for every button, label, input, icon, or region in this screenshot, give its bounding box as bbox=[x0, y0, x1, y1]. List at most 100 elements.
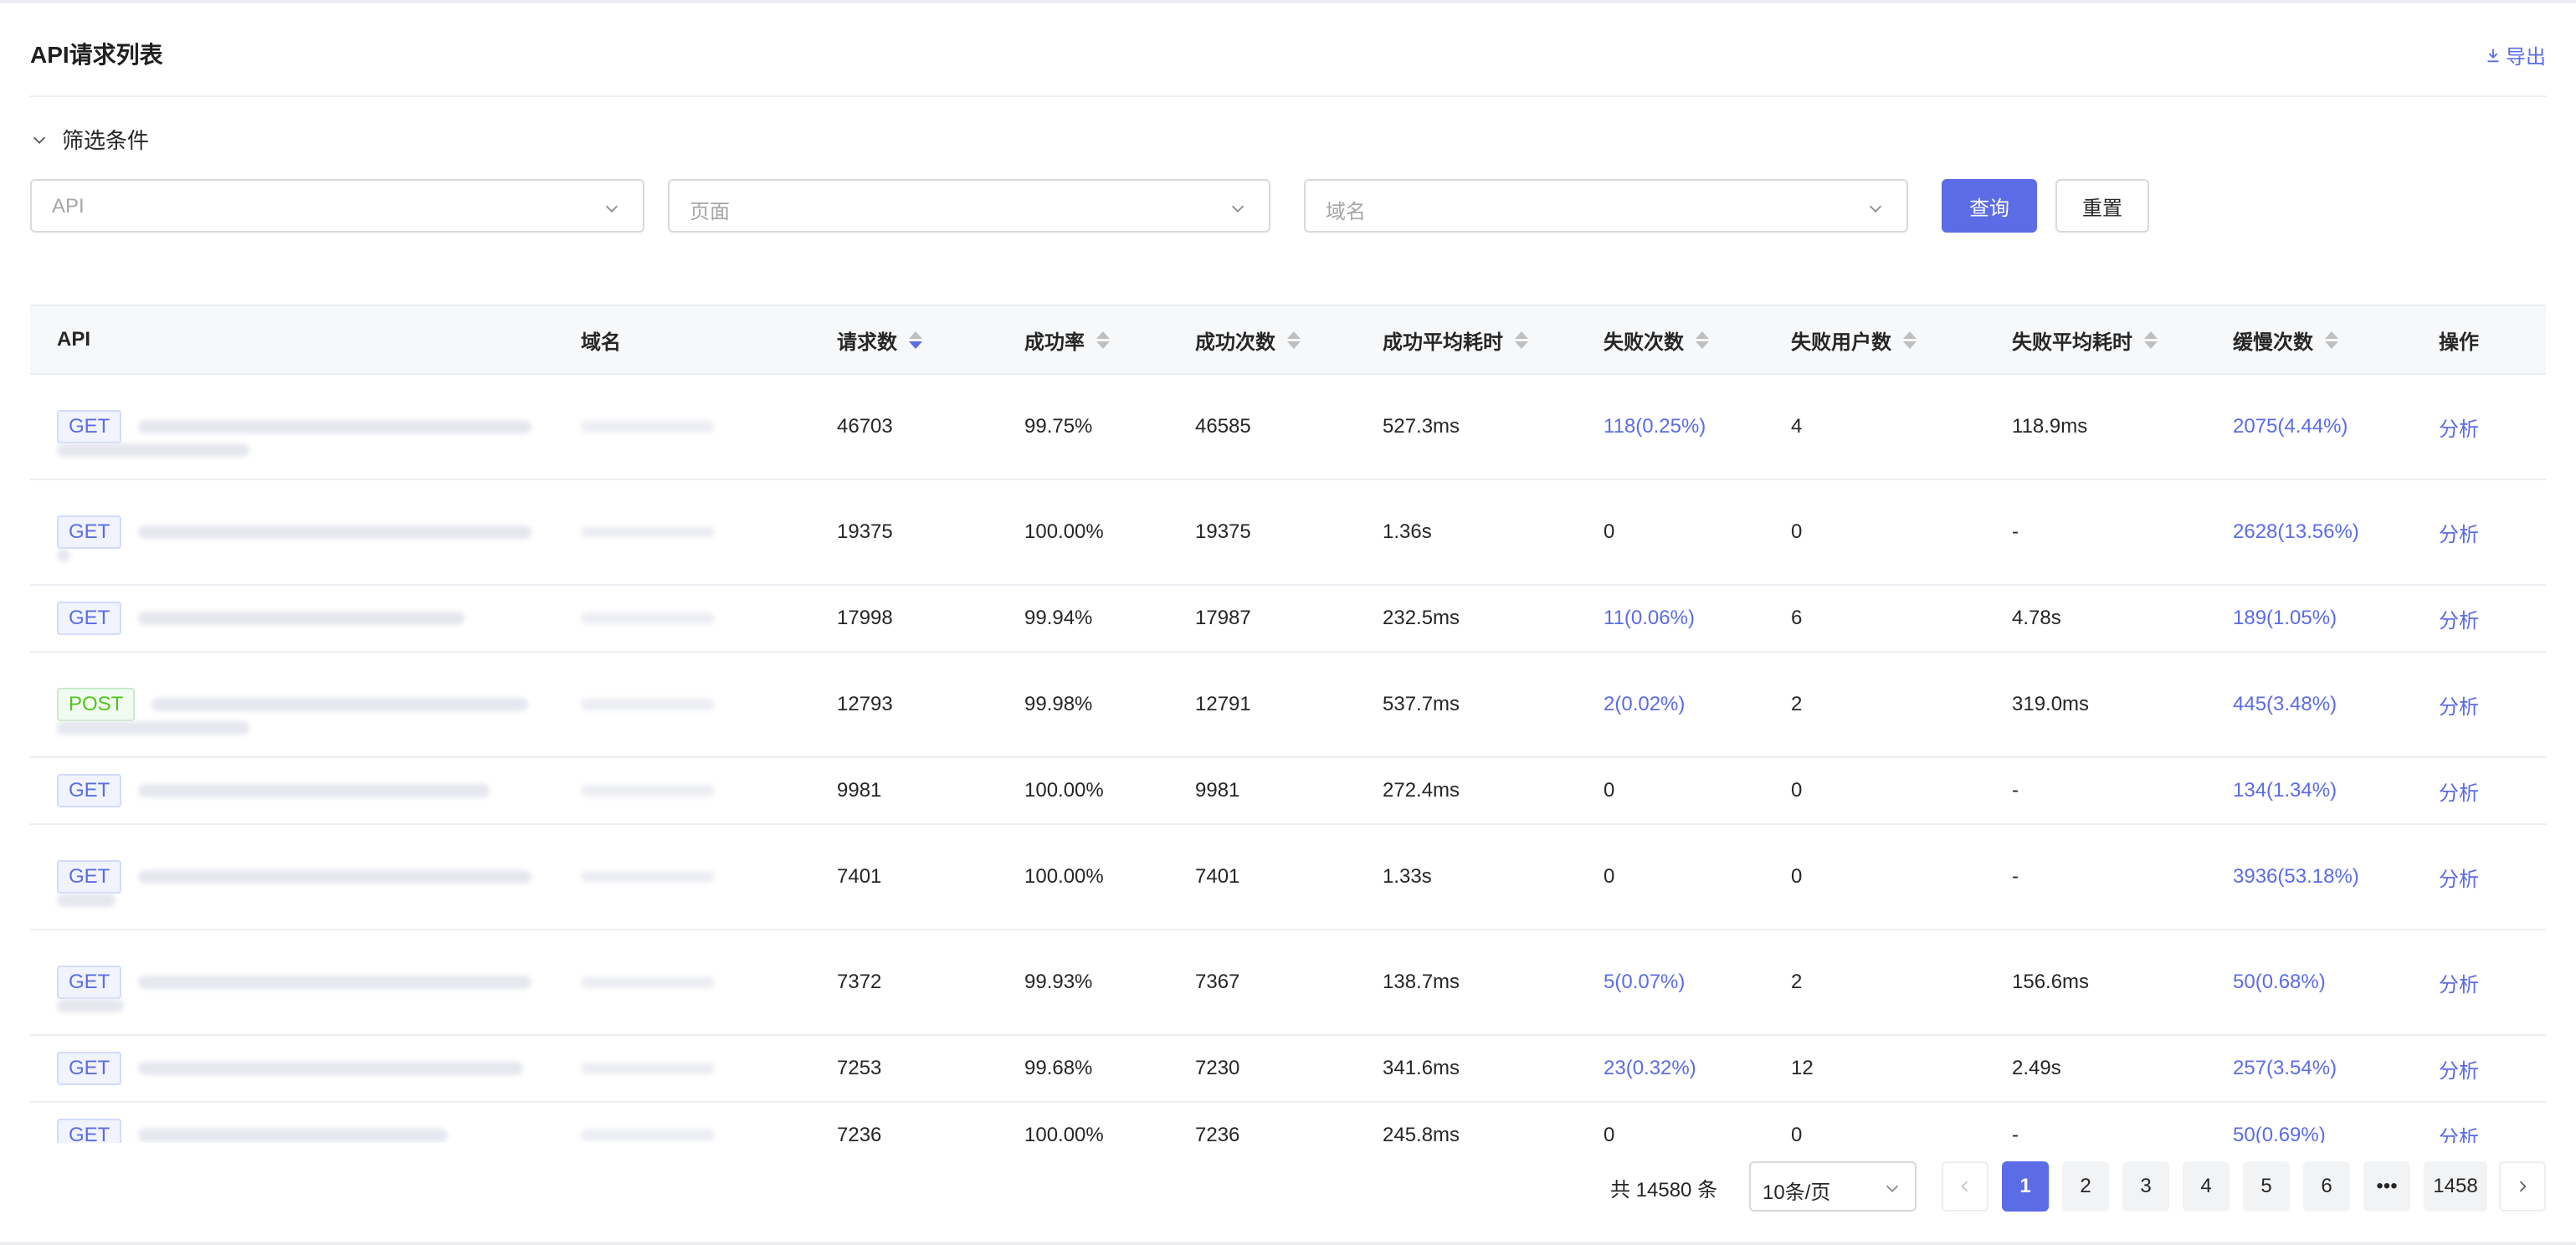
fail-count-cell: 23(0.32%) bbox=[1577, 1035, 1764, 1103]
method-badge: GET bbox=[57, 602, 122, 635]
domain-cell bbox=[554, 1035, 810, 1103]
analyze-link[interactable]: 分析 bbox=[2439, 696, 2479, 719]
fail-avg-cell: - bbox=[1985, 1102, 2206, 1143]
redacted-api-path bbox=[138, 612, 465, 625]
fail-count-cell: 0 bbox=[1577, 479, 1764, 586]
page-button-2[interactable]: 2 bbox=[2062, 1161, 2109, 1212]
page-header: API请求列表 导出 bbox=[30, 37, 2546, 97]
slow-link[interactable]: 445(3.48%) bbox=[2233, 693, 2337, 715]
col-header-fail-avg[interactable]: 失败平均耗时 bbox=[1985, 305, 2206, 375]
action-cell: 分析 bbox=[2412, 930, 2546, 1036]
table-row: POST 12793 99.98% 12791 537.7ms 2(0.02%)… bbox=[30, 652, 2546, 758]
sort-icon[interactable] bbox=[1515, 330, 1528, 349]
api-cell: GET bbox=[30, 757, 554, 825]
slow-link[interactable]: 2628(13.56%) bbox=[2233, 520, 2359, 543]
page-button-1[interactable]: 1 bbox=[2002, 1161, 2049, 1212]
reset-button[interactable]: 重置 bbox=[2055, 179, 2149, 233]
download-icon bbox=[2487, 49, 2499, 62]
col-header-slow[interactable]: 缓慢次数 bbox=[2206, 305, 2412, 375]
sort-icon[interactable] bbox=[909, 330, 922, 349]
api-cell: GET bbox=[30, 585, 554, 653]
requests-cell: 7372 bbox=[810, 930, 998, 1036]
table-row: GET 19375 100.00% 19375 1.36s 0 0 - 2628… bbox=[30, 479, 2546, 586]
sort-icon[interactable] bbox=[2325, 330, 2338, 349]
requests-cell: 7253 bbox=[810, 1035, 998, 1103]
domain-select[interactable]: 域名 bbox=[1304, 179, 1908, 233]
col-header-success-count[interactable]: 成功次数 bbox=[1168, 305, 1356, 375]
method-badge: GET bbox=[57, 860, 122, 894]
export-button[interactable]: 导出 bbox=[2484, 40, 2546, 69]
slow-link[interactable]: 189(1.05%) bbox=[2233, 607, 2337, 629]
slow-link[interactable]: 2075(4.44%) bbox=[2233, 415, 2348, 438]
sort-icon[interactable] bbox=[1096, 330, 1110, 349]
col-header-fail-count[interactable]: 失败次数 bbox=[1577, 305, 1764, 375]
fail-count-link[interactable]: 23(0.32%) bbox=[1604, 1057, 1696, 1079]
table-row: GET 7236 100.00% 7236 245.8ms 0 0 - 50(0… bbox=[30, 1102, 2546, 1143]
col-header-requests[interactable]: 请求数 bbox=[810, 305, 998, 375]
fail-users-cell: 6 bbox=[1764, 585, 1985, 653]
requests-cell: 17998 bbox=[810, 585, 998, 653]
prev-page-button[interactable] bbox=[1942, 1161, 1988, 1212]
table-row: GET 46703 99.75% 46585 527.3ms 118(0.25%… bbox=[30, 374, 2546, 480]
col-header-fail-users[interactable]: 失败用户数 bbox=[1764, 305, 1985, 375]
domain-cell bbox=[554, 930, 810, 1036]
fail-count-cell: 2(0.02%) bbox=[1577, 652, 1764, 758]
analyze-link[interactable]: 分析 bbox=[2439, 782, 2479, 805]
col-header-success-rate[interactable]: 成功率 bbox=[998, 305, 1168, 375]
redacted-api-path bbox=[151, 698, 529, 711]
sort-icon[interactable] bbox=[1903, 330, 1917, 349]
next-page-button[interactable] bbox=[2499, 1161, 2546, 1212]
page-size-select[interactable]: 10条/页 bbox=[1749, 1161, 1917, 1212]
success-count-cell: 7401 bbox=[1168, 824, 1356, 930]
success-avg-cell: 537.7ms bbox=[1356, 652, 1577, 758]
page-select[interactable]: 页面 bbox=[668, 179, 1270, 233]
api-select-placeholder: API bbox=[52, 195, 85, 218]
col-header-success-avg[interactable]: 成功平均耗时 bbox=[1356, 305, 1577, 375]
page-button-4[interactable]: 4 bbox=[2183, 1161, 2230, 1212]
api-select[interactable]: API bbox=[30, 179, 644, 233]
page-button-6[interactable]: 6 bbox=[2303, 1161, 2350, 1212]
fail-count-link[interactable]: 2(0.02%) bbox=[1604, 693, 1685, 715]
slow-cell: 50(0.69%) bbox=[2206, 1102, 2412, 1143]
domain-cell bbox=[554, 585, 810, 653]
sort-icon[interactable] bbox=[1696, 330, 1709, 349]
api-cell: GET bbox=[30, 1102, 554, 1143]
success-count-cell: 46585 bbox=[1168, 374, 1356, 480]
analyze-link[interactable]: 分析 bbox=[2439, 974, 2479, 997]
analyze-link[interactable]: 分析 bbox=[2439, 1127, 2479, 1144]
sort-icon[interactable] bbox=[2144, 330, 2158, 349]
page-button-last[interactable]: 1458 bbox=[2424, 1161, 2487, 1212]
fail-avg-cell: 156.6ms bbox=[1985, 930, 2206, 1036]
fail-count-link[interactable]: 11(0.06%) bbox=[1604, 607, 1695, 629]
fail-count-link[interactable]: 5(0.07%) bbox=[1604, 971, 1685, 993]
analyze-link[interactable]: 分析 bbox=[2439, 868, 2479, 891]
slow-cell: 2075(4.44%) bbox=[2206, 374, 2412, 480]
page-ellipsis[interactable]: ••• bbox=[2363, 1161, 2410, 1212]
page-select-placeholder: 页面 bbox=[690, 201, 730, 223]
analyze-link[interactable]: 分析 bbox=[2439, 418, 2479, 441]
query-button[interactable]: 查询 bbox=[1942, 179, 2037, 233]
analyze-link[interactable]: 分析 bbox=[2439, 524, 2479, 546]
slow-link[interactable]: 257(3.54%) bbox=[2233, 1057, 2337, 1079]
chevron-right-icon bbox=[2519, 1181, 2527, 1192]
requests-cell: 7401 bbox=[810, 824, 998, 930]
analyze-link[interactable]: 分析 bbox=[2439, 1060, 2479, 1083]
success-avg-cell: 1.36s bbox=[1356, 479, 1577, 586]
slow-link[interactable]: 50(0.68%) bbox=[2233, 971, 2326, 993]
fail-count-link[interactable]: 118(0.25%) bbox=[1604, 415, 1706, 438]
requests-cell: 7236 bbox=[810, 1102, 998, 1143]
page-button-3[interactable]: 3 bbox=[2122, 1161, 2169, 1212]
fail-users-cell: 4 bbox=[1764, 374, 1985, 480]
sort-icon[interactable] bbox=[1287, 330, 1301, 349]
slow-link[interactable]: 50(0.69%) bbox=[2233, 1124, 2326, 1143]
slow-link[interactable]: 3936(53.18%) bbox=[2233, 865, 2359, 888]
success-avg-cell: 1.33s bbox=[1356, 824, 1577, 930]
page-button-5[interactable]: 5 bbox=[2243, 1161, 2290, 1212]
domain-cell bbox=[554, 374, 810, 480]
analyze-link[interactable]: 分析 bbox=[2439, 610, 2479, 633]
slow-link[interactable]: 134(1.34%) bbox=[2233, 779, 2337, 802]
filter-toggle[interactable]: 筛选条件 bbox=[30, 124, 149, 155]
export-label: 导出 bbox=[2506, 46, 2546, 69]
pagination: 共 14580 条 10条/页 1 2 3 4 5 6 ••• 1458 bbox=[0, 1161, 2576, 1212]
redacted-api-path bbox=[138, 784, 490, 797]
